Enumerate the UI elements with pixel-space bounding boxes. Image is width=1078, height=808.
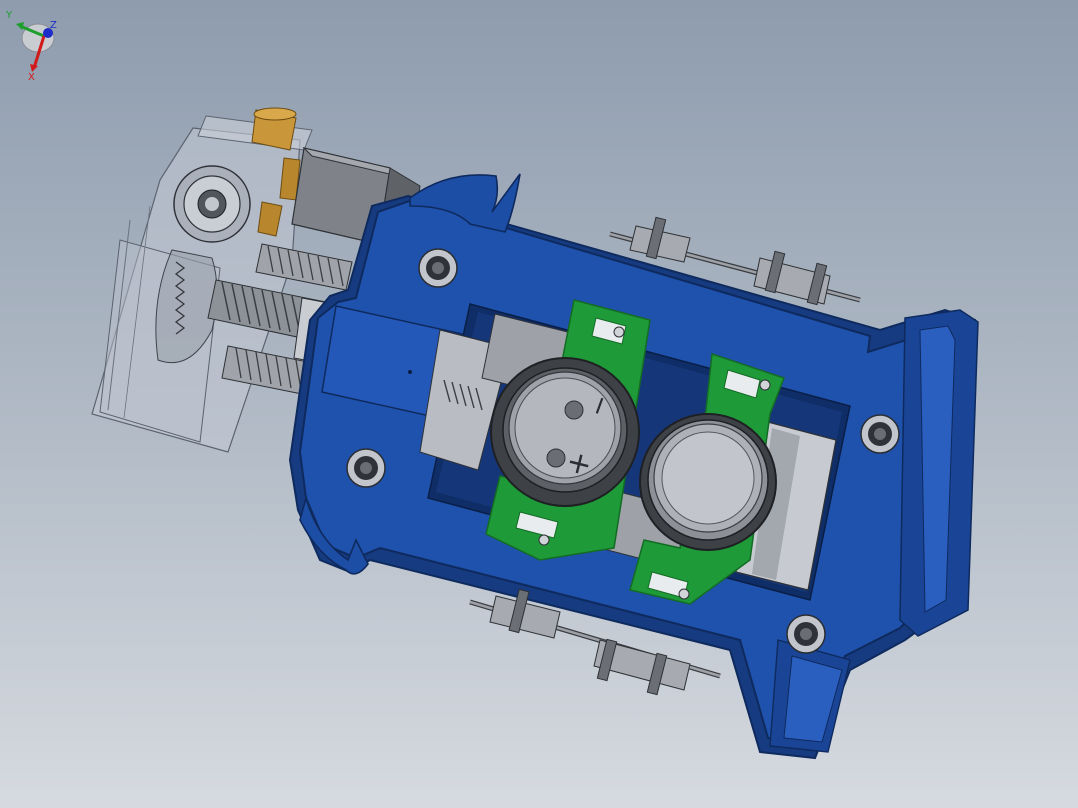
cad-viewport[interactable]: − + Y Z X [0, 0, 1078, 808]
assembly-drawing: − + [91, 107, 979, 760]
x-axis-label: X [28, 72, 35, 80]
y-axis-label: Y [5, 10, 13, 21]
x-axis-arrow [30, 64, 38, 72]
bearing [173, 165, 251, 243]
bolt-top-left [418, 248, 458, 288]
y-axis-arrow [16, 22, 24, 30]
bolt-left [346, 448, 386, 488]
orientation-triad[interactable]: Y Z X [0, 0, 70, 80]
z-axis-label: Z [50, 20, 57, 31]
bolt-right [860, 414, 900, 454]
bolt-bottom [786, 614, 826, 654]
